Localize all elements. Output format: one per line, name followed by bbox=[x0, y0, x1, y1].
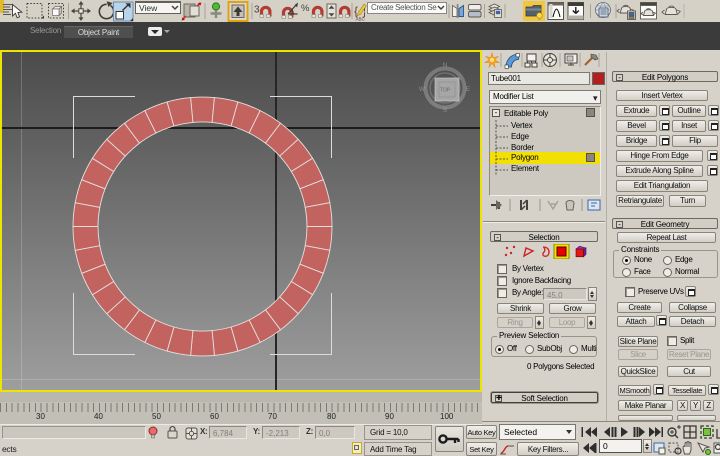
svg-text:3: 3 bbox=[254, 5, 260, 16]
svg-text:S: S bbox=[443, 107, 448, 114]
svg-text:E: E bbox=[466, 86, 471, 93]
svg-text:%: % bbox=[301, 3, 310, 14]
svg-text:W: W bbox=[419, 86, 426, 93]
svg-text:ABC: ABC bbox=[356, 17, 366, 22]
svg-text:N: N bbox=[443, 62, 448, 69]
svg-text:TOP: TOP bbox=[440, 88, 451, 94]
